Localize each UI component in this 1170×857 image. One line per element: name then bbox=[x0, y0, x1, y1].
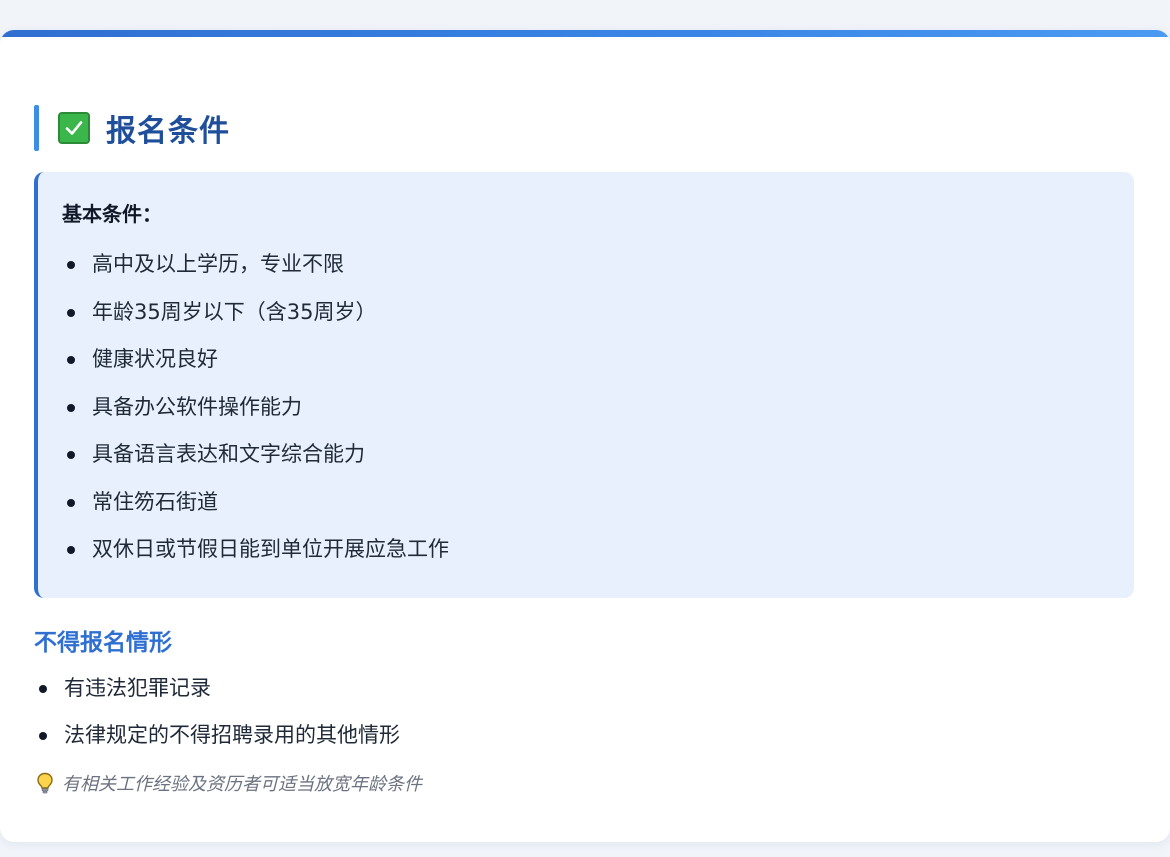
section-header: 报名条件 bbox=[34, 105, 230, 151]
list-item-text: 年龄35周岁以下（含35周岁） bbox=[92, 299, 377, 324]
card-accent-bar bbox=[0, 30, 1170, 37]
list-item: 常住笏石街道 bbox=[62, 479, 1134, 527]
basic-conditions-box: 基本条件： 高中及以上学历，专业不限 年龄35周岁以下（含35周岁） 健康状况良… bbox=[34, 172, 1134, 598]
list-item: 法律规定的不得招聘录用的其他情形 bbox=[34, 712, 400, 759]
list-item-text: 健康状况良好 bbox=[92, 347, 218, 371]
list-item-text: 具备语言表达和文字综合能力 bbox=[92, 442, 365, 466]
list-item-text: 常住笏石街道 bbox=[92, 489, 218, 514]
bullet-icon bbox=[67, 546, 75, 554]
list-item-text: 具备办公软件操作能力 bbox=[92, 394, 302, 419]
registration-card: 报名条件 基本条件： 高中及以上学历，专业不限 年龄35周岁以下（含35周岁） … bbox=[0, 30, 1170, 842]
list-item: 有违法犯罪记录 bbox=[34, 665, 400, 712]
bullet-icon bbox=[39, 732, 47, 740]
exclusions-section: 有违法犯罪记录 法律规定的不得招聘录用的其他情形 bbox=[34, 665, 400, 759]
list-item: 具备语言表达和文字综合能力 bbox=[62, 431, 1134, 479]
list-item: 健康状况良好 bbox=[62, 336, 1134, 384]
list-item: 高中及以上学历，专业不限 bbox=[62, 241, 1134, 289]
list-item-text: 有违法犯罪记录 bbox=[64, 676, 211, 700]
bullet-icon bbox=[67, 356, 75, 364]
list-item: 双休日或节假日能到单位开展应急工作 bbox=[62, 526, 1134, 574]
basic-conditions-list: 高中及以上学历，专业不限 年龄35周岁以下（含35周岁） 健康状况良好 具备办公… bbox=[62, 241, 1134, 574]
note: 有相关工作经验及资历者可适当放宽年龄条件 bbox=[36, 770, 422, 796]
list-item-text: 双休日或节假日能到单位开展应急工作 bbox=[92, 537, 449, 561]
list-item-text: 法律规定的不得招聘录用的其他情形 bbox=[64, 723, 400, 747]
list-item-text: 高中及以上学历，专业不限 bbox=[92, 252, 344, 276]
section-accent-line bbox=[34, 105, 39, 151]
exclusions-heading: 不得报名情形 bbox=[34, 630, 172, 656]
exclusions-list: 有违法犯罪记录 法律规定的不得招聘录用的其他情形 bbox=[34, 665, 400, 759]
bullet-icon bbox=[39, 685, 47, 693]
note-text: 有相关工作经验及资历者可适当放宽年龄条件 bbox=[62, 774, 422, 795]
list-item: 年龄35周岁以下（含35周岁） bbox=[62, 289, 1134, 337]
section-title: 报名条件 bbox=[106, 114, 230, 149]
bullet-icon bbox=[67, 451, 75, 459]
check-box-icon bbox=[58, 112, 90, 144]
lightbulb-icon bbox=[37, 772, 53, 794]
basic-conditions-heading: 基本条件： bbox=[62, 202, 162, 226]
bullet-icon bbox=[67, 308, 75, 317]
bullet-icon bbox=[67, 261, 75, 269]
bullet-icon bbox=[67, 403, 75, 412]
list-item: 具备办公软件操作能力 bbox=[62, 384, 1134, 432]
bullet-icon bbox=[67, 498, 75, 507]
